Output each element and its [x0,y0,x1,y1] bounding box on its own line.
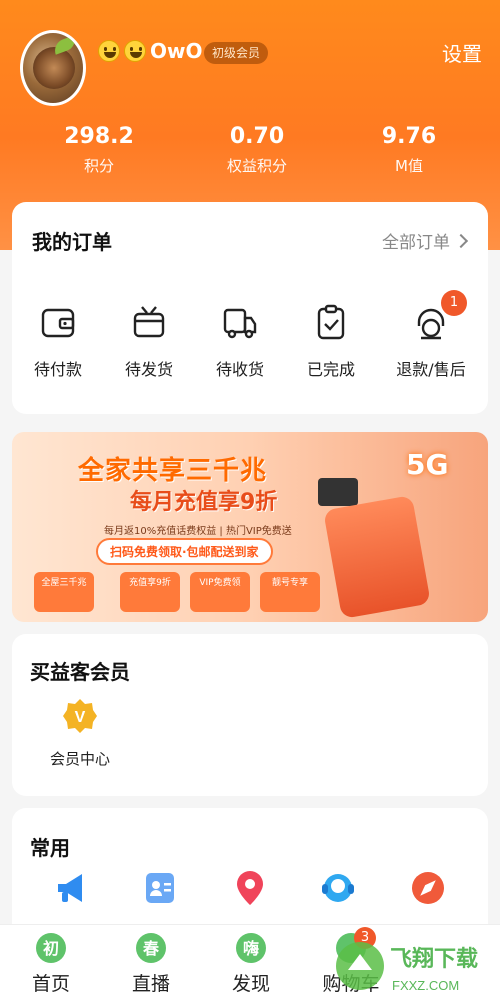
stat-value: 9.76 [381,124,437,149]
vip-card: 买益客会员 V 会员中心 [12,634,488,796]
compass-icon[interactable] [408,868,448,908]
wallet-icon [38,302,78,342]
settings-button[interactable]: 设置 [442,38,482,67]
banner-mini-tag: 充值享9折 [120,572,180,612]
promo-banner[interactable]: 全家共享三千兆 每月充值享9折 每月返10%充值话费权益 | 热门VIP免费送 … [12,432,488,622]
delivery-truck-icon [220,302,260,342]
smile-emoji-icon [98,40,120,62]
all-orders-link[interactable]: 全部订单 [382,228,469,253]
order-pending-receipt[interactable]: 待收货 [195,302,285,380]
tab-discover[interactable]: 嗨 发现 [206,933,296,996]
stat-value: 0.70 [229,124,285,149]
banner-headline: 全家共享三千兆 [78,456,268,486]
orders-card: 我的订单 全部订单 待付款 待发货 待收货 已完成 1 退款/售后 [12,202,488,414]
common-title: 常用 [30,836,70,860]
banner-cta: 扫码免费领取·包邮配送到家 [96,538,273,565]
smile-emoji-icon [124,40,146,62]
banner-mini-tag: 靓号专享 [260,572,320,612]
order-label: 已完成 [306,360,355,379]
phone-image [323,495,431,619]
banner-mini-tag: 全屋三千兆 [34,572,94,612]
vip-badge-icon: V [62,698,98,734]
stat-label: M值 [395,157,423,175]
chevron-right-icon [453,233,469,248]
svg-text:V: V [75,709,86,726]
username: OwO [98,38,202,64]
member-level-badge: 初级会员 [204,42,269,64]
tab-live[interactable]: 春 直播 [106,933,196,996]
common-icons-row [12,868,488,928]
order-label: 待付款 [33,360,82,379]
discover-icon: 嗨 [236,933,266,963]
headset-icon: 1 [411,290,467,342]
svg-text:FXXZ.COM: FXXZ.COM [392,978,459,993]
tab-home[interactable]: 初 首页 [6,933,96,996]
stat-label: 权益积分 [226,157,287,175]
avatar-food-image [33,47,75,89]
order-pending-payment[interactable]: 待付款 [13,302,103,380]
order-refund-aftersales[interactable]: 1 退款/售后 [386,290,476,380]
box-icon [129,302,169,342]
live-icon: 春 [136,933,166,963]
contact-card-icon[interactable] [140,868,180,908]
watermark-logo: 飞翔下载 FXXZ.COM [330,930,500,1000]
svg-text:嗨: 嗨 [243,939,259,958]
order-completed[interactable]: 已完成 [286,302,376,380]
stat-benefit-points[interactable]: 0.70 权益积分 [192,124,322,176]
svg-text:春: 春 [142,939,160,958]
home-icon: 初 [36,933,66,963]
orders-title: 我的订单 [32,230,112,254]
megaphone-icon[interactable] [52,868,92,908]
svg-text:初: 初 [43,939,59,958]
order-label: 退款/售后 [396,360,466,379]
tab-label: 发现 [231,973,270,995]
svg-text:飞翔下载: 飞翔下载 [390,946,478,971]
username-text: OwO [150,39,203,63]
all-orders-label: 全部订单 [382,233,450,253]
router-image [318,478,358,506]
vip-title: 买益客会员 [30,660,130,684]
location-pin-icon[interactable] [230,868,270,908]
banner-mini-tag: VIP免费领 [190,572,250,612]
stat-label: 积分 [83,157,114,175]
banner-caption: 每月返10%充值话费权益 | 热门VIP免费送 [104,526,292,537]
order-pending-shipment[interactable]: 待发货 [104,302,194,380]
clipboard-check-icon [311,302,351,342]
member-center-label: 会员中心 [49,750,110,768]
stat-value: 298.2 [64,124,134,149]
banner-subheadline: 每月充值享9折 [130,490,278,515]
notification-badge: 1 [441,290,467,316]
tab-label: 首页 [31,973,70,995]
order-label: 待发货 [124,360,173,379]
stat-points[interactable]: 298.2 积分 [34,124,164,176]
member-center-button[interactable]: V 会员中心 [40,698,120,769]
order-label: 待收货 [215,360,264,379]
tab-label: 直播 [131,973,170,995]
avatar[interactable] [20,30,86,106]
customer-service-icon[interactable] [318,868,358,908]
banner-5g-tag: 5G [406,448,449,481]
stat-m-value[interactable]: 9.76 M值 [344,124,474,176]
